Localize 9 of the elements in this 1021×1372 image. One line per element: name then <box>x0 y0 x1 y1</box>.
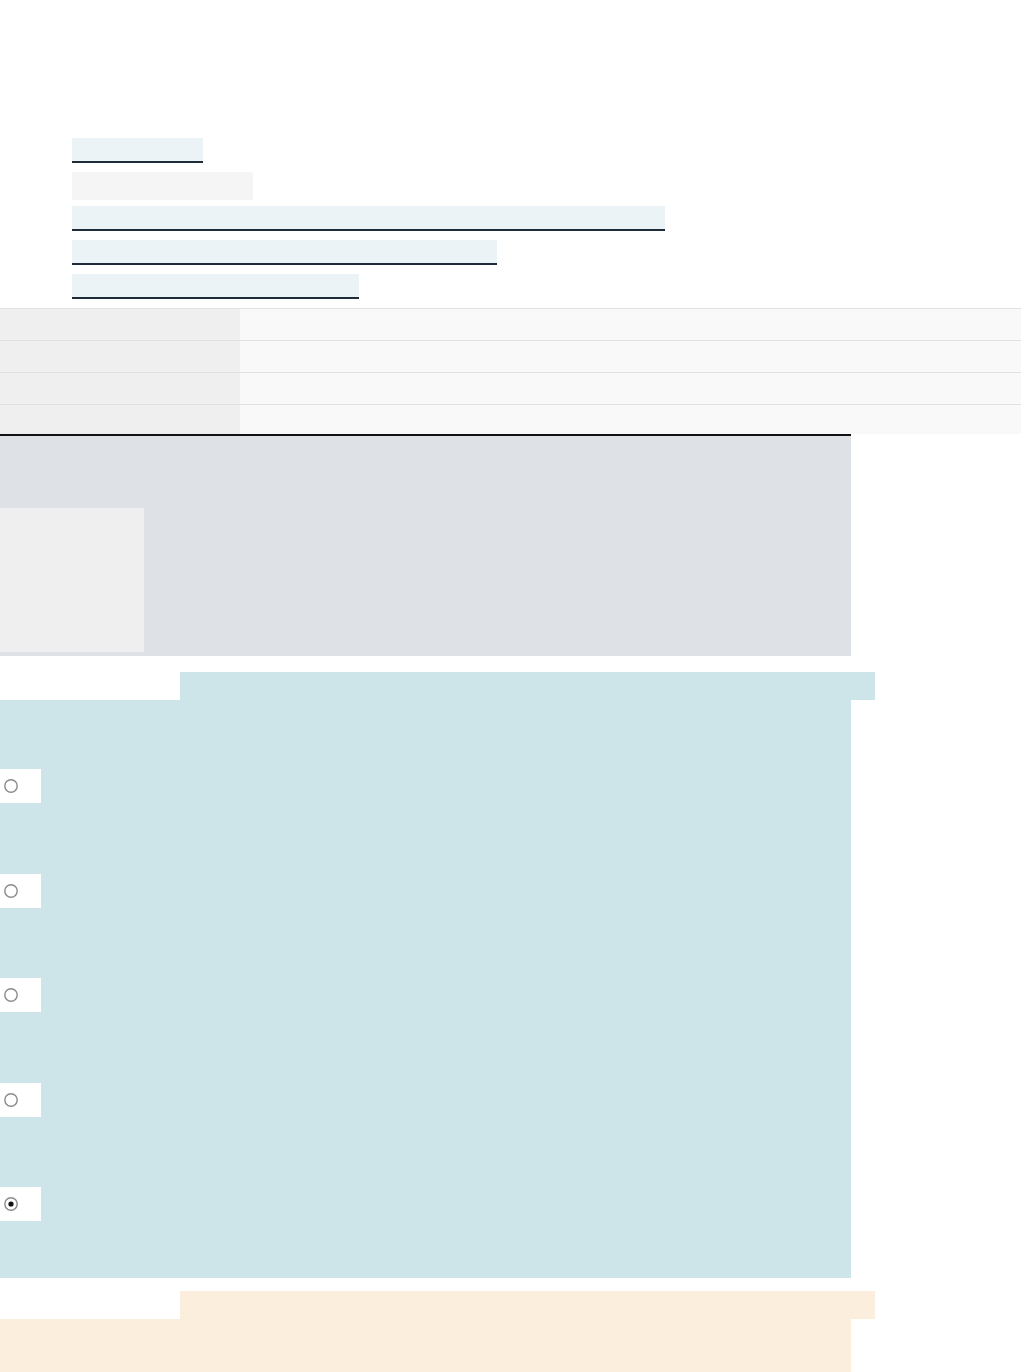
blank-link[interactable] <box>72 274 359 299</box>
radio-button[interactable] <box>0 769 41 803</box>
radio-button[interactable] <box>0 978 41 1012</box>
blank-link[interactable] <box>72 240 497 265</box>
radio-button[interactable] <box>0 1082 41 1117</box>
radio-button[interactable] <box>0 873 41 908</box>
blank-link[interactable] <box>72 138 203 163</box>
radio-button[interactable] <box>0 1187 41 1221</box>
blank-link[interactable] <box>72 206 665 231</box>
